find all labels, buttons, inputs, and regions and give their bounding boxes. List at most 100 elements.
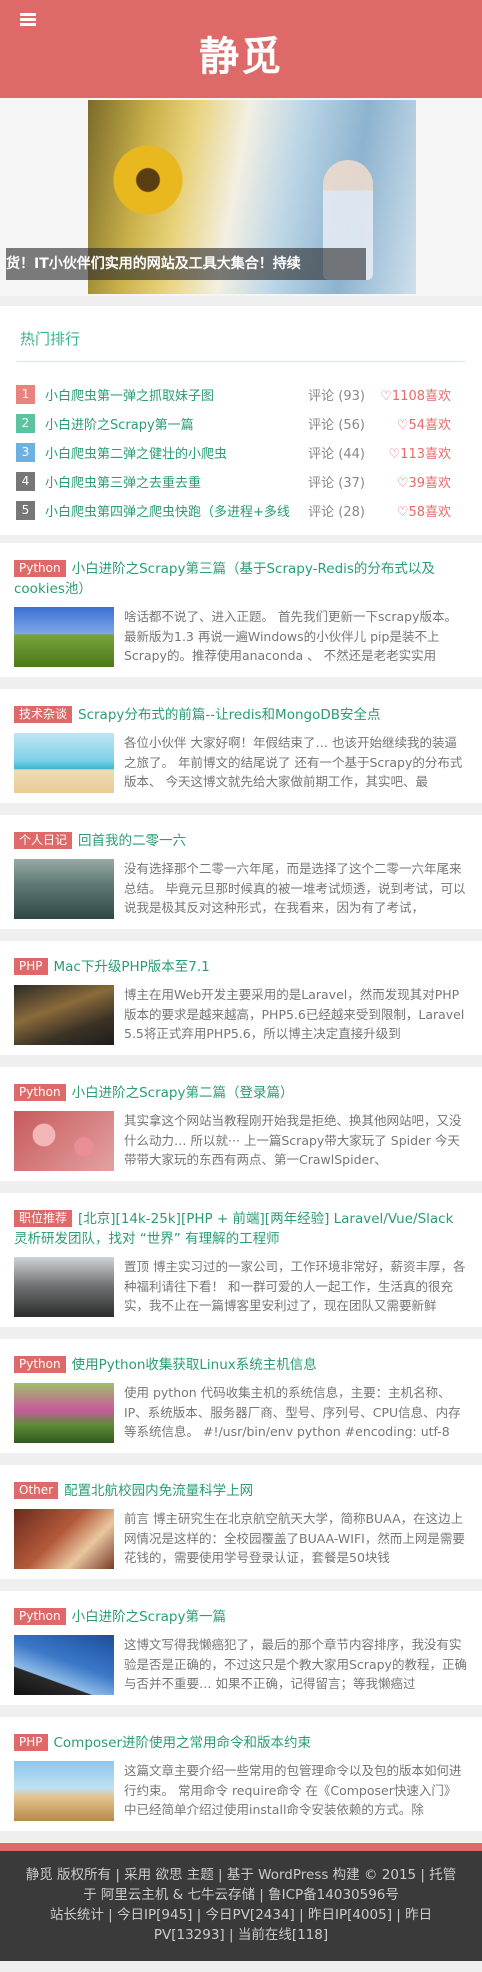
post-body: 置顶 博主实习过的一家公司，工作环境非常好，薪资丰厚，各种福利请往下看！ 和一群… — [14, 1257, 468, 1317]
post-header: 职位推荐 [北京][14k-25k][PHP + 前端][两年经验] Larave… — [14, 1209, 468, 1249]
footer-copyright: 静觅 版权所有 | 采用 欲思 主题 | 基于 WordPress 构建 © 2… — [25, 1867, 457, 1903]
hot-ranking-item: 3 小白爬虫第二弹之健壮的小爬虫 评论 (44) ♡113喜欢 — [16, 438, 466, 467]
rank-badge: 1 — [16, 385, 35, 404]
post-title-link[interactable]: 小白进阶之Scrapy第三篇（基于Scrapy-Redis的分布式以及cooki… — [14, 561, 435, 597]
post-card: Python 小白进阶之Scrapy第二篇（登录篇） 其实拿这个网站当教程刚开始我是… — [0, 1067, 482, 1181]
category-badge[interactable]: 职位推荐 — [14, 1210, 73, 1227]
footer-stats: 站长统计 | 今日IP[945] | 今日PV[2434] | 昨日IP[400… — [49, 1907, 433, 1943]
hot-post-link[interactable]: 小白爬虫第四弹之爬虫快跑（多进程+多线 — [45, 501, 295, 520]
site-header: 静觅 — [0, 0, 482, 98]
post-body: 博主在用Web开发主要采用的是Laravel，然而发现其对PHP版本的要求是越来… — [14, 985, 468, 1045]
post-excerpt: 各位小伙伴 大家好啊！年假结束了… 也该开始继续我的装逼之旅了。 年前博文的结尾… — [124, 735, 463, 789]
post-body: 使用 python 代码收集主机的系统信息，主要：主机名称、IP、系统版本、服务… — [14, 1383, 468, 1443]
post-excerpt: 没有选择那个二零一六年尾，而是选择了这个二零一六年尾来总结。 毕竟元旦那时候真的… — [124, 861, 466, 915]
hot-post-link[interactable]: 小白爬虫第一弹之抓取妹子图 — [45, 385, 295, 404]
post-thumbnail[interactable] — [14, 733, 114, 793]
like-count[interactable]: ♡113喜欢 — [365, 443, 451, 462]
category-badge[interactable]: 技术杂谈 — [14, 706, 73, 723]
rank-badge: 3 — [16, 443, 35, 462]
post-title-link[interactable]: 小白进阶之Scrapy第一篇 — [72, 1609, 226, 1625]
post-body: 这篇文章主要介绍一些常用的包管理命令以及包的版本如何进行约束。 常用命令 req… — [14, 1761, 468, 1821]
rank-badge: 4 — [16, 472, 35, 491]
featured-slider[interactable]: 干货！IT小伙伴们实用的网站及工具大集合！持续 — [0, 98, 482, 296]
hot-ranking-title: 热门排行 — [16, 306, 466, 362]
rank-badge: 2 — [16, 414, 35, 433]
post-card: 职位推荐 [北京][14k-25k][PHP + 前端][两年经验] Larave… — [0, 1193, 482, 1327]
hot-post-link[interactable]: 小白进阶之Scrapy第一篇 — [45, 414, 295, 433]
post-excerpt: 置顶 博主实习过的一家公司，工作环境非常好，薪资丰厚，各种福利请往下看！ 和一群… — [124, 1259, 466, 1313]
comment-count[interactable]: 评论 (44) — [295, 443, 365, 462]
category-badge[interactable]: PHP — [14, 958, 48, 975]
post-card: PHP Mac下升级PHP版本至7.1 博主在用Web开发主要采用的是Laravel… — [0, 941, 482, 1055]
comment-count[interactable]: 评论 (37) — [295, 472, 365, 491]
comment-count[interactable]: 评论 (93) — [295, 385, 365, 404]
post-excerpt: 其实拿这个网站当教程刚开始我是拒绝、换其他网站吧，又没什么动力… 所以就··· … — [124, 1113, 462, 1167]
post-thumbnail[interactable] — [14, 985, 114, 1045]
post-title-link[interactable]: Scrapy分布式的前篇--让redis和MongoDB安全点 — [78, 707, 380, 723]
hot-ranking-item: 4 小白爬虫第三弹之去重去重 评论 (37) ♡39喜欢 — [16, 467, 466, 496]
hot-ranking-item: 2 小白进阶之Scrapy第一篇 评论 (56) ♡54喜欢 — [16, 409, 466, 438]
hot-ranking-list: 1 小白爬虫第一弹之抓取妹子图 评论 (93) ♡1108喜欢 2 小白进阶之Scrapy… — [16, 362, 466, 525]
post-excerpt: 前言 博主研究生在北京航空航天大学，简称BUAA，在这边上网情况是这样的：全校园… — [124, 1511, 465, 1565]
post-body: 前言 博主研究生在北京航空航天大学，简称BUAA，在这边上网情况是这样的：全校园… — [14, 1509, 468, 1569]
slide-caption[interactable]: 干货！IT小伙伴们实用的网站及工具大集合！持续 — [6, 248, 366, 280]
post-header: 个人日记 回首我的二零一六 — [14, 831, 468, 851]
like-count[interactable]: ♡54喜欢 — [365, 414, 451, 433]
post-card: 技术杂谈 Scrapy分布式的前篇--让redis和MongoDB安全点各位小伙伴… — [0, 689, 482, 803]
like-count[interactable]: ♡39喜欢 — [365, 472, 451, 491]
post-card: Python 小白进阶之Scrapy第一篇这博文写得我懒癌犯了，最后的那个章节内容… — [0, 1591, 482, 1705]
hot-ranking-item: 1 小白爬虫第一弹之抓取妹子图 评论 (93) ♡1108喜欢 — [16, 380, 466, 409]
post-body: 啥话都不说了、进入正题。 首先我们更新一下scrapy版本。最新版为1.3 再说… — [14, 607, 468, 667]
sunflower-image — [108, 140, 188, 220]
rank-badge: 5 — [16, 501, 35, 520]
like-count[interactable]: ♡1108喜欢 — [365, 385, 451, 404]
comment-count[interactable]: 评论 (28) — [295, 501, 365, 520]
post-body: 这博文写得我懒癌犯了，最后的那个章节内容排序，我没有实验是否是正确的，不过这只是… — [14, 1635, 468, 1695]
post-title-link[interactable]: 使用Python收集获取Linux系统主机信息 — [72, 1357, 317, 1373]
post-thumbnail[interactable] — [14, 607, 114, 667]
category-badge[interactable]: Python — [14, 1356, 66, 1373]
site-logo[interactable]: 静觅 — [0, 24, 482, 82]
post-thumbnail[interactable] — [14, 1635, 114, 1695]
category-badge[interactable]: Python — [14, 1608, 66, 1625]
post-card: Python 小白进阶之Scrapy第三篇（基于Scrapy-Redis的分布式以… — [0, 543, 482, 677]
post-thumbnail[interactable] — [14, 1111, 114, 1171]
post-header: Python 使用Python收集获取Linux系统主机信息 — [14, 1355, 468, 1375]
post-list: Python 小白进阶之Scrapy第三篇（基于Scrapy-Redis的分布式以… — [0, 543, 482, 1831]
post-thumbnail[interactable] — [14, 1509, 114, 1569]
category-badge[interactable]: 个人日记 — [14, 832, 73, 849]
post-title-link[interactable]: 回首我的二零一六 — [78, 833, 186, 849]
post-header: Python 小白进阶之Scrapy第三篇（基于Scrapy-Redis的分布式以… — [14, 559, 468, 599]
post-excerpt: 这篇文章主要介绍一些常用的包管理命令以及包的版本如何进行约束。 常用命令 req… — [124, 1763, 462, 1817]
category-badge[interactable]: PHP — [14, 1734, 48, 1751]
post-header: Python 小白进阶之Scrapy第二篇（登录篇） — [14, 1083, 468, 1103]
comment-count[interactable]: 评论 (56) — [295, 414, 365, 433]
post-thumbnail[interactable] — [14, 1257, 114, 1317]
post-thumbnail[interactable] — [14, 859, 114, 919]
post-title-link[interactable]: [北京][14k-25k][PHP + 前端][两年经验] Laravel/Vu… — [14, 1211, 453, 1247]
post-header: PHP Mac下升级PHP版本至7.1 — [14, 957, 468, 977]
hot-post-link[interactable]: 小白爬虫第二弹之健壮的小爬虫 — [45, 443, 295, 462]
post-thumbnail[interactable] — [14, 1761, 114, 1821]
post-excerpt: 这博文写得我懒癌犯了，最后的那个章节内容排序，我没有实验是否是正确的，不过这只是… — [124, 1637, 467, 1691]
post-body: 没有选择那个二零一六年尾，而是选择了这个二零一六年尾来总结。 毕竟元旦那时候真的… — [14, 859, 468, 919]
post-title-link[interactable]: Mac下升级PHP版本至7.1 — [54, 959, 210, 975]
hot-ranking-item: 5 小白爬虫第四弹之爬虫快跑（多进程+多线 评论 (28) ♡58喜欢 — [16, 496, 466, 525]
like-count[interactable]: ♡58喜欢 — [365, 501, 451, 520]
category-badge[interactable]: Python — [14, 1084, 66, 1101]
post-card: Other 配置北航校园内免流量科学上网前言 博主研究生在北京航空航天大学，简称B… — [0, 1465, 482, 1579]
post-excerpt: 啥话都不说了、进入正题。 首先我们更新一下scrapy版本。最新版为1.3 再说… — [124, 609, 457, 663]
post-title-link[interactable]: Composer进阶使用之常用命令和版本约束 — [54, 1735, 312, 1751]
post-header: 技术杂谈 Scrapy分布式的前篇--让redis和MongoDB安全点 — [14, 705, 468, 725]
post-thumbnail[interactable] — [14, 1383, 114, 1443]
post-excerpt: 博主在用Web开发主要采用的是Laravel，然而发现其对PHP版本的要求是越来… — [124, 987, 465, 1041]
post-body: 各位小伙伴 大家好啊！年假结束了… 也该开始继续我的装逼之旅了。 年前博文的结尾… — [14, 733, 468, 793]
post-title-link[interactable]: 配置北航校园内免流量科学上网 — [64, 1483, 253, 1499]
site-footer: 静觅 版权所有 | 采用 欲思 主题 | 基于 WordPress 构建 © 2… — [0, 1843, 482, 1961]
hot-ranking-panel: 热门排行 1 小白爬虫第一弹之抓取妹子图 评论 (93) ♡1108喜欢 2 小白进阶之S… — [0, 306, 482, 535]
post-title-link[interactable]: 小白进阶之Scrapy第二篇（登录篇） — [72, 1085, 294, 1101]
hot-post-link[interactable]: 小白爬虫第三弹之去重去重 — [45, 472, 295, 491]
category-badge[interactable]: Python — [14, 560, 66, 577]
category-badge[interactable]: Other — [14, 1482, 59, 1499]
post-header: Other 配置北航校园内免流量科学上网 — [14, 1481, 468, 1501]
